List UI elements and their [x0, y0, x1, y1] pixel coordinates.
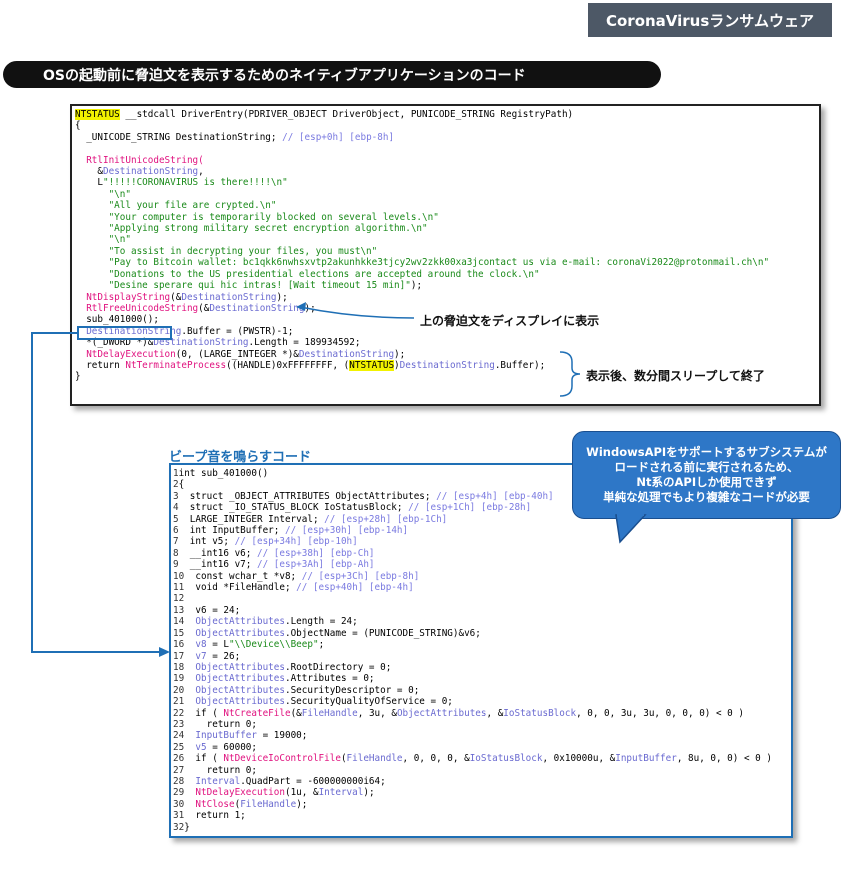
- callout-tail: [615, 514, 647, 544]
- callout-tail-cover: [617, 511, 644, 516]
- display-arrow: [299, 306, 415, 319]
- connector-overlay: [31, 302, 647, 657]
- sleep-brace: [559, 351, 581, 397]
- display-arrowhead: [296, 302, 306, 311]
- beep-arrowhead: [159, 647, 170, 657]
- beep-connector: [31, 332, 162, 653]
